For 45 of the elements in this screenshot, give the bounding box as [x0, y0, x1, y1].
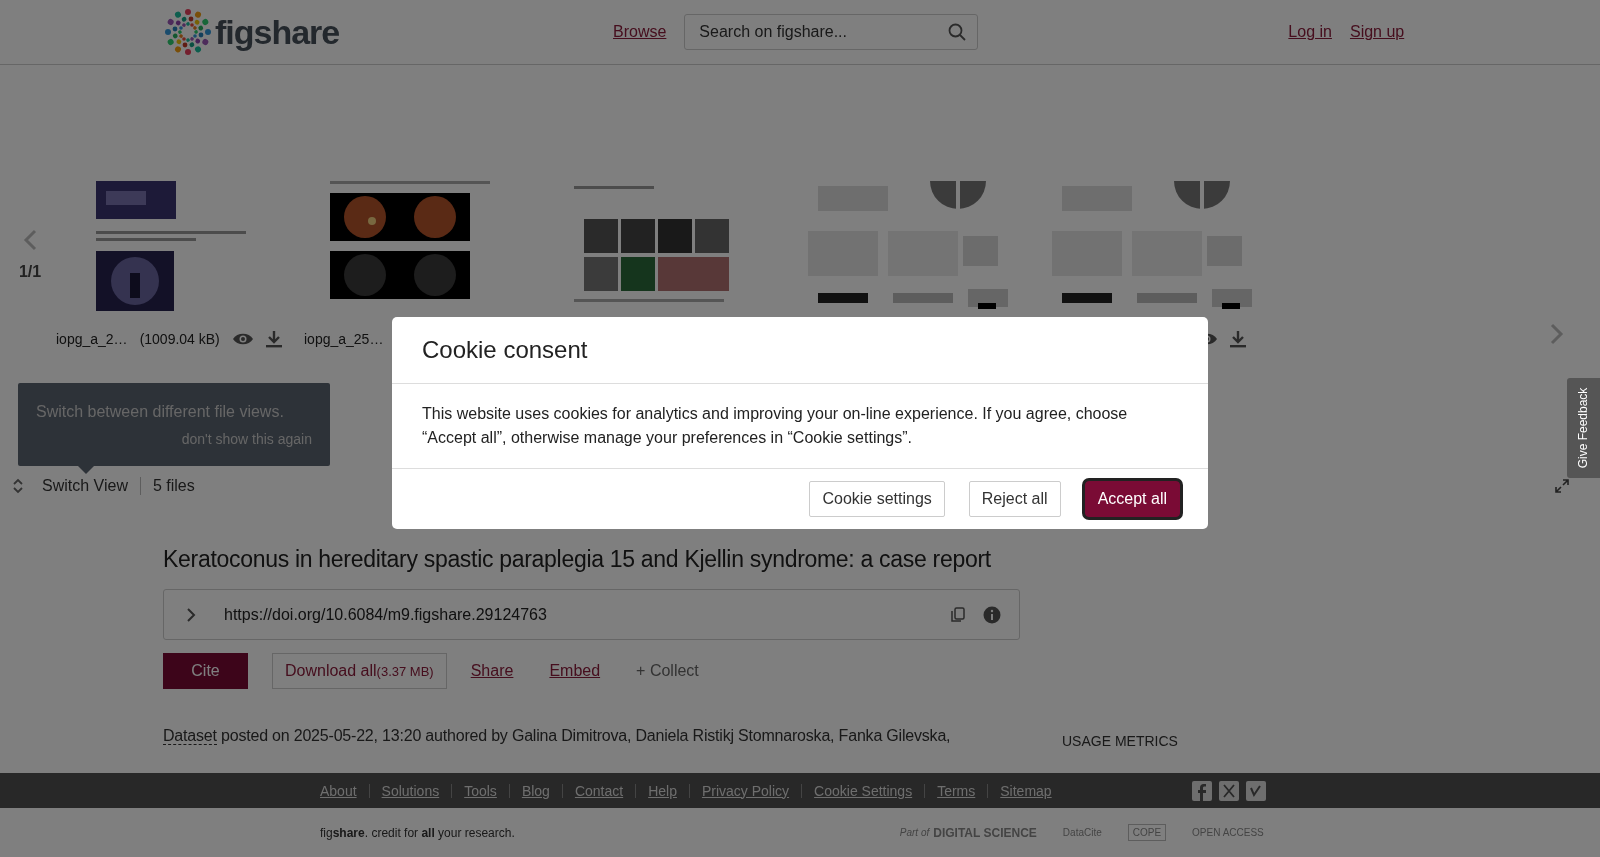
- page-indicator: 1/1: [18, 263, 42, 281]
- item-type-link[interactable]: Dataset: [163, 727, 217, 745]
- footer-link[interactable]: Sitemap: [1000, 782, 1052, 799]
- footer-link[interactable]: Privacy Policy: [701, 782, 790, 799]
- download-button[interactable]: Download all(3.37 MB): [272, 653, 447, 689]
- footer-link[interactable]: Contact: [574, 782, 624, 799]
- footer-link[interactable]: Blog: [521, 782, 550, 799]
- doi-link[interactable]: https://doi.org/10.6084/m9.figshare.29124763: [224, 605, 933, 624]
- switch-view-button[interactable]: Switch View: [42, 477, 141, 495]
- dialog-message: This website uses cookies for analytics and improving your on-line experience. If you agree, choose “Accept all”, otherwise manage your preferences in “Cookie settings”.: [422, 404, 1129, 448]
- dismiss-link[interactable]: don't show this again: [181, 431, 312, 447]
- file-name: iopg_a_25…: [304, 331, 384, 347]
- footer-link[interactable]: About: [320, 782, 357, 799]
- partner-logo-text[interactable]: OPEN ACCESS: [1192, 827, 1264, 838]
- tooltip-text: Switch between different file views.: [36, 403, 285, 421]
- feedback-tab[interactable]: Give Feedback: [1567, 378, 1600, 478]
- account-link[interactable]: Log in: [1288, 23, 1332, 41]
- item-title: Keratoconus in hereditary spastic paraplegia 15 and Kjellin syndrome: a case report: [163, 546, 992, 573]
- footer-link[interactable]: Solutions: [381, 782, 440, 799]
- item-metadata: Dataset posted on 2025-05-22, 13:20 authored by Galina Dimitrova, Daniela Ristikj Stomnaroska, Fanka Gilevska,: [163, 727, 952, 745]
- dialog-button[interactable]: Cookie settings: [809, 481, 945, 517]
- cite-button[interactable]: Cite: [163, 653, 248, 689]
- file-size: (1009.04 kB): [139, 331, 220, 347]
- account-link[interactable]: Sign up: [1349, 23, 1405, 41]
- footer-link[interactable]: Terms: [937, 782, 976, 799]
- action-link[interactable]: Embed: [537, 654, 613, 688]
- browse-link[interactable]: Browse: [613, 23, 667, 41]
- dialog-title: Cookie consent: [422, 336, 588, 364]
- logo-wordmark: figshare: [215, 12, 340, 52]
- footer-link[interactable]: Cookie Settings: [814, 782, 913, 799]
- figshare-logo[interactable]: figshare: [163, 7, 613, 57]
- file-count: 5 files: [152, 477, 195, 495]
- usage-heading: USAGE METRICS: [1062, 733, 1178, 749]
- footer-link[interactable]: Help: [648, 782, 677, 799]
- search-field[interactable]: Search on figshare...: [684, 14, 979, 50]
- dialog-button[interactable]: Reject all: [968, 481, 1061, 517]
- file-name: iopg_a_2…: [56, 331, 128, 347]
- action-link[interactable]: + Collect: [624, 654, 711, 688]
- footer-link[interactable]: Tools: [464, 782, 497, 799]
- accept-button[interactable]: Accept all: [1084, 481, 1180, 517]
- partner-logo-text[interactable]: DataCite: [1062, 827, 1102, 838]
- partner-logo-text[interactable]: DIGITAL SCIENCE: [933, 825, 1037, 840]
- footer-tagline: figshare. credit for all your research.: [320, 825, 515, 840]
- action-link[interactable]: Share: [458, 654, 526, 688]
- partner-logo-text[interactable]: COPE: [1127, 824, 1167, 841]
